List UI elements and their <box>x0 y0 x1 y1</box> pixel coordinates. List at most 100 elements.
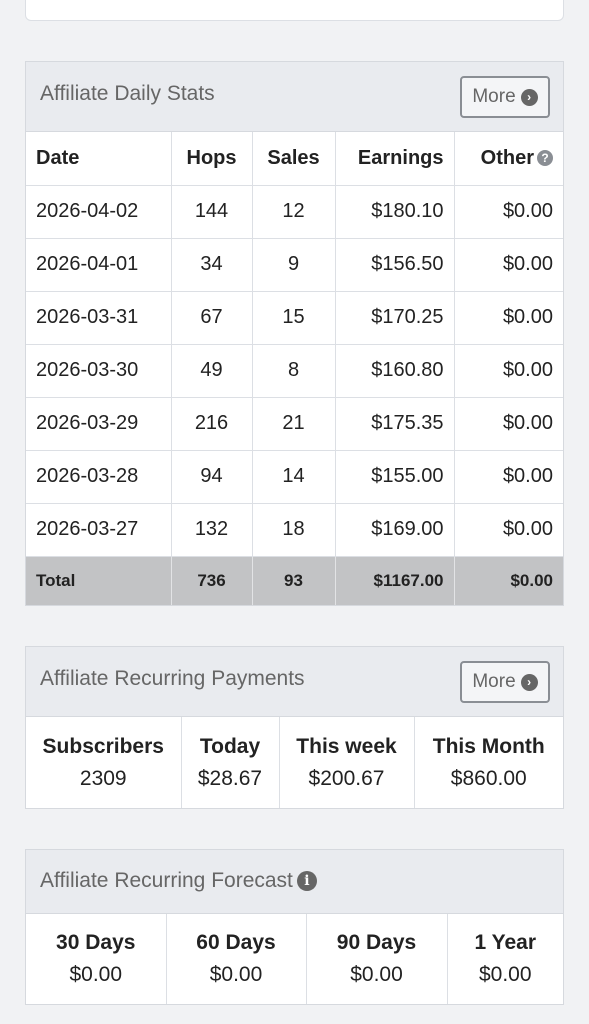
info-circle-icon[interactable]: i <box>296 871 317 891</box>
chevron-circle-right-icon: › <box>520 88 538 106</box>
cell-hops: 67 <box>171 291 253 345</box>
col-earnings: Earnings <box>335 132 455 186</box>
recurring-forecast-panel: Affiliate Recurring Forecast i 30 Days $0… <box>25 849 564 1005</box>
recurring-payments-title: Affiliate Recurring Payments <box>40 667 305 690</box>
cell-earnings: $180.10 <box>335 185 455 239</box>
total-hops: 736 <box>171 556 253 605</box>
table-row: 2026-03-29 216 21 $175.35 $0.00 <box>26 397 563 451</box>
cell-hops: 94 <box>171 450 253 504</box>
total-earnings: $1167.00 <box>335 556 455 605</box>
recurring-payments-more-button[interactable]: More › <box>460 661 550 703</box>
recurring-forecast-header: Affiliate Recurring Forecast i <box>26 850 563 914</box>
recurring-forecast-row: 30 Days $0.00 60 Days $0.00 90 Days $0.0… <box>26 914 563 1004</box>
forecast-90-value: $0.00 <box>350 963 403 986</box>
col-other: Other? <box>454 132 563 186</box>
recurring-forecast-title: Affiliate Recurring Forecast i <box>40 869 317 893</box>
recurring-payments-header: Affiliate Recurring Payments More › <box>26 647 563 717</box>
this-month-label: This Month <box>432 734 545 758</box>
recurring-forecast-table: 30 Days $0.00 60 Days $0.00 90 Days $0.0… <box>26 914 563 1004</box>
cell-other: $0.00 <box>454 344 563 398</box>
recurring-payments-panel: Affiliate Recurring Payments More › Subs… <box>25 646 564 809</box>
table-row: 2026-04-02 144 12 $180.10 $0.00 <box>26 185 563 239</box>
table-row: 2026-04-01 34 9 $156.50 $0.00 <box>26 238 563 292</box>
forecast-60-value: $0.00 <box>209 963 263 986</box>
cell-other: $0.00 <box>454 503 563 557</box>
forecast-30-label: 30 Days <box>56 931 136 954</box>
cell-date: 2026-04-01 <box>26 238 172 292</box>
daily-stats-header: Affiliate Daily Stats More › <box>26 62 563 132</box>
subscribers-value: 2309 <box>79 766 127 790</box>
recurring-forecast-title-text: Affiliate Recurring Forecast <box>40 869 293 892</box>
cell-earnings: $156.50 <box>335 238 455 292</box>
cell-sales: 14 <box>252 450 336 504</box>
cell-hops: 216 <box>171 397 253 451</box>
cell-date: 2026-03-31 <box>26 291 172 345</box>
cell-sales: 18 <box>252 503 336 557</box>
daily-stats-table: Date Hops Sales Earnings Other? 2026-04-… <box>26 132 563 605</box>
recurring-payments-table: Subscribers 2309 Today $28.67 This week … <box>26 717 563 808</box>
total-label: Total <box>26 556 172 605</box>
today-label: Today <box>199 734 261 758</box>
cell-other: $0.00 <box>454 238 563 292</box>
forecast-90-cell: 90 Days $0.00 <box>306 914 448 1004</box>
total-row: Total 736 93 $1167.00 $0.00 <box>26 556 563 605</box>
question-circle-icon[interactable]: ? <box>537 149 553 166</box>
more-label: More <box>472 86 516 107</box>
cell-date: 2026-03-27 <box>26 503 172 557</box>
this-week-label: This week <box>296 734 397 758</box>
cell-other: $0.00 <box>454 397 563 451</box>
cell-date: 2026-03-28 <box>26 450 172 504</box>
daily-stats-title: Affiliate Daily Stats <box>40 82 215 105</box>
col-hops: Hops <box>171 132 253 186</box>
table-row: 2026-03-27 132 18 $169.00 $0.00 <box>26 503 563 557</box>
cell-other: $0.00 <box>454 291 563 345</box>
forecast-60-label: 60 Days <box>196 931 276 954</box>
this-month-cell: This Month $860.00 <box>414 717 563 808</box>
cell-earnings: $170.25 <box>335 291 455 345</box>
cell-other: $0.00 <box>454 450 563 504</box>
cell-other: $0.00 <box>454 185 563 239</box>
forecast-30-value: $0.00 <box>69 963 123 986</box>
cell-hops: 34 <box>171 238 253 292</box>
cell-date: 2026-03-29 <box>26 397 172 451</box>
cell-sales: 21 <box>252 397 336 451</box>
cell-earnings: $155.00 <box>335 450 455 504</box>
col-date: Date <box>26 132 172 186</box>
col-sales: Sales <box>252 132 336 186</box>
table-row: 2026-03-28 94 14 $155.00 $0.00 <box>26 450 563 504</box>
forecast-30-cell: 30 Days $0.00 <box>26 914 167 1004</box>
cell-earnings: $175.35 <box>335 397 455 451</box>
cell-date: 2026-04-02 <box>26 185 172 239</box>
this-week-cell: This week $200.67 <box>279 717 415 808</box>
table-row: 2026-03-31 67 15 $170.25 $0.00 <box>26 291 563 345</box>
cell-sales: 15 <box>252 291 336 345</box>
previous-card <box>25 0 564 21</box>
daily-stats-panel: Affiliate Daily Stats More › Date Hops S… <box>25 61 564 606</box>
total-other: $0.00 <box>454 556 563 605</box>
subscribers-cell: Subscribers 2309 <box>26 717 182 808</box>
forecast-60-cell: 60 Days $0.00 <box>166 914 307 1004</box>
this-week-value: $200.67 <box>308 766 385 790</box>
today-cell: Today $28.67 <box>181 717 280 808</box>
cell-sales: 8 <box>252 344 336 398</box>
cell-date: 2026-03-30 <box>26 344 172 398</box>
cell-earnings: $169.00 <box>335 503 455 557</box>
subscribers-label: Subscribers <box>42 734 164 758</box>
table-header-row: Date Hops Sales Earnings Other? <box>26 132 563 186</box>
forecast-1y-label: 1 Year <box>474 931 536 954</box>
cell-sales: 9 <box>252 238 336 292</box>
more-label: More <box>472 671 516 692</box>
cell-hops: 144 <box>171 185 253 239</box>
today-value: $28.67 <box>197 766 263 790</box>
recurring-payments-row: Subscribers 2309 Today $28.67 This week … <box>26 717 563 808</box>
daily-stats-more-button[interactable]: More › <box>460 76 550 118</box>
cell-earnings: $160.80 <box>335 344 455 398</box>
forecast-90-label: 90 Days <box>336 931 417 954</box>
forecast-1y-cell: 1 Year $0.00 <box>447 914 563 1004</box>
cell-hops: 49 <box>171 344 253 398</box>
this-month-value: $860.00 <box>450 766 527 790</box>
total-sales: 93 <box>252 556 336 605</box>
cell-sales: 12 <box>252 185 336 239</box>
forecast-1y-value: $0.00 <box>478 963 532 986</box>
cell-hops: 132 <box>171 503 253 557</box>
